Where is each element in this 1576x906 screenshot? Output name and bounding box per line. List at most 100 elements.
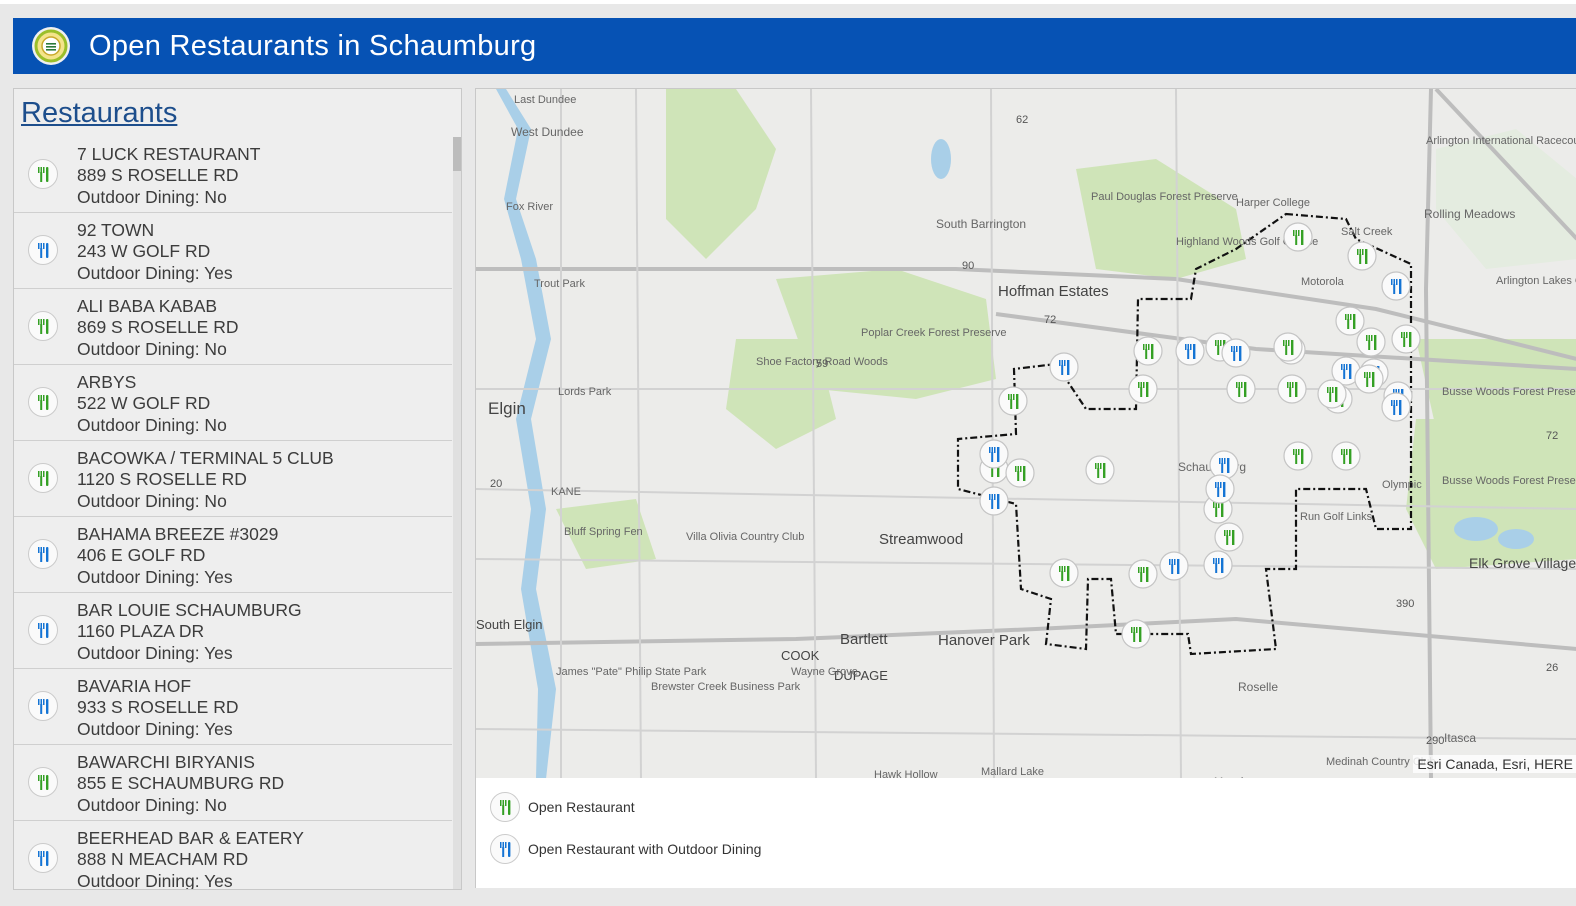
restaurant-marker[interactable] bbox=[1128, 559, 1158, 589]
map-place-label: Streamwood bbox=[879, 531, 963, 548]
restaurant-marker[interactable] bbox=[1049, 558, 1079, 588]
highway-label: 72 bbox=[1546, 430, 1558, 442]
restaurant-marker[interactable] bbox=[998, 386, 1028, 416]
list-item[interactable]: 92 TOWN 243 W GOLF RD Outdoor Dining: Yes bbox=[14, 213, 452, 289]
restaurant-marker[interactable] bbox=[1203, 550, 1233, 580]
restaurant-name: BEERHEAD BAR & EATERY bbox=[77, 828, 304, 848]
highway-label: 390 bbox=[1396, 598, 1414, 610]
highway-label: 62 bbox=[1016, 114, 1028, 126]
restaurant-address: 522 W GOLF RD bbox=[77, 393, 211, 414]
map-place-label: Harper College bbox=[1236, 197, 1310, 209]
restaurant-marker[interactable] bbox=[1209, 450, 1239, 480]
map-place-label: South Barrington bbox=[936, 217, 1026, 231]
list-item[interactable]: ALI BABA KABAB 869 S ROSELLE RD Outdoor Di… bbox=[14, 289, 452, 365]
fork-knife-icon bbox=[28, 463, 58, 493]
restaurant-marker[interactable] bbox=[1381, 392, 1411, 422]
restaurant-name: BAWARCHI BIRYANIS bbox=[77, 752, 255, 772]
restaurant-marker[interactable] bbox=[979, 439, 1009, 469]
map-legend: Open Restaurant Open Restaurant with Out… bbox=[475, 778, 1576, 888]
list-scrollbar[interactable] bbox=[453, 137, 461, 889]
map-place-label: KANE bbox=[551, 486, 581, 498]
map-place-label: Bluff Spring Fen bbox=[564, 526, 643, 538]
legend-label: Open Restaurant bbox=[528, 799, 635, 815]
restaurant-marker[interactable] bbox=[1283, 222, 1313, 252]
list-item[interactable]: BAWARCHI BIRYANIS 855 E SCHAUMBURG RD Outd… bbox=[14, 745, 452, 821]
restaurant-marker[interactable] bbox=[1133, 336, 1163, 366]
list-item[interactable]: 7 LUCK RESTAURANT 889 S ROSELLE RD Outdoor… bbox=[14, 137, 452, 213]
map-place-label: Salt Creek bbox=[1341, 226, 1393, 238]
restaurant-address: 243 W GOLF RD bbox=[77, 241, 211, 262]
restaurant-marker[interactable] bbox=[1273, 332, 1303, 362]
map-place-label: Bartlett bbox=[840, 631, 888, 648]
restaurant-marker[interactable] bbox=[979, 486, 1009, 516]
restaurant-outdoor: Outdoor Dining: No bbox=[77, 414, 227, 435]
map-place-label: Motorola bbox=[1301, 276, 1345, 288]
restaurant-marker[interactable] bbox=[1128, 374, 1158, 404]
map-place-label: Poplar Creek Forest Preserve bbox=[861, 327, 1007, 339]
map-place-label: Busse Woods Forest Preserve bbox=[1442, 386, 1576, 398]
restaurant-panel: Restaurants 7 LUCK RESTAURANT 889 S ROSEL… bbox=[13, 88, 462, 890]
restaurant-address: 855 E SCHAUMBURG RD bbox=[77, 773, 285, 794]
fork-knife-icon bbox=[28, 159, 58, 189]
restaurant-address: 889 S ROSELLE RD bbox=[77, 165, 239, 186]
list-item[interactable]: BAR LOUIE SCHAUMBURG 1160 PLAZA DR Outdoor… bbox=[14, 593, 452, 669]
fork-knife-icon bbox=[28, 843, 58, 873]
restaurant-outdoor: Outdoor Dining: Yes bbox=[77, 718, 233, 739]
restaurant-marker[interactable] bbox=[1391, 324, 1421, 354]
basemap[interactable]: Last Dundee West Dundee Elgin Lords Park Tro… bbox=[476, 89, 1576, 779]
map-place-label: Trout Park bbox=[534, 278, 585, 290]
restaurant-marker[interactable] bbox=[1214, 522, 1244, 552]
fork-knife-icon bbox=[28, 387, 58, 417]
map-place-label: Last Dundee bbox=[514, 94, 576, 106]
restaurant-name: ALI BABA KABAB bbox=[77, 296, 218, 316]
restaurant-outdoor: Outdoor Dining: Yes bbox=[77, 566, 233, 587]
restaurant-marker[interactable] bbox=[1381, 271, 1411, 301]
restaurant-list[interactable]: 7 LUCK RESTAURANT 889 S ROSELLE RD Outdoor… bbox=[14, 137, 452, 889]
map-place-label: South Elgin bbox=[476, 617, 543, 632]
highway-label: 290 bbox=[1426, 735, 1444, 747]
map-place-label: Itasca bbox=[1444, 731, 1476, 745]
map-place-label: COOK bbox=[781, 648, 820, 663]
list-item[interactable]: ARBYS 522 W GOLF RD Outdoor Dining: No bbox=[14, 365, 452, 441]
restaurant-marker[interactable] bbox=[1356, 327, 1386, 357]
restaurant-marker[interactable] bbox=[1221, 338, 1251, 368]
restaurant-marker[interactable] bbox=[1049, 352, 1079, 382]
restaurant-outdoor: Outdoor Dining: No bbox=[77, 490, 227, 511]
restaurant-outdoor: Outdoor Dining: No bbox=[77, 794, 227, 815]
restaurant-marker[interactable] bbox=[1283, 441, 1313, 471]
restaurant-marker[interactable] bbox=[1335, 306, 1365, 336]
list-item[interactable]: BAHAMA BREEZE #3029 406 E GOLF RD Outdoor … bbox=[14, 517, 452, 593]
highway-label: 26 bbox=[1546, 662, 1558, 674]
restaurant-marker[interactable] bbox=[1005, 458, 1035, 488]
restaurant-name: BAVARIA HOF bbox=[77, 676, 192, 696]
restaurant-marker[interactable] bbox=[1085, 455, 1115, 485]
restaurant-marker[interactable] bbox=[1205, 474, 1235, 504]
list-item[interactable]: BEERHEAD BAR & EATERY 888 N MEACHAM RD Out… bbox=[14, 821, 452, 889]
restaurant-marker[interactable] bbox=[1347, 241, 1377, 271]
map-attribution[interactable]: Esri Canada, Esri, HERE bbox=[1413, 755, 1576, 773]
restaurant-marker[interactable] bbox=[1317, 379, 1347, 409]
restaurant-address: 406 E GOLF RD bbox=[77, 545, 206, 566]
map-place-label: West Dundee bbox=[511, 125, 584, 139]
map-place-label: Lords Park bbox=[558, 386, 612, 398]
restaurant-marker[interactable] bbox=[1226, 374, 1256, 404]
restaurant-marker[interactable] bbox=[1121, 619, 1151, 649]
restaurant-outdoor: Outdoor Dining: Yes bbox=[77, 262, 233, 283]
scrollbar-thumb[interactable] bbox=[453, 137, 461, 171]
highway-label: 72 bbox=[1044, 314, 1056, 326]
map-place-label: Run Golf Links bbox=[1300, 511, 1373, 523]
restaurant-marker[interactable] bbox=[1277, 374, 1307, 404]
fork-knife-icon bbox=[28, 615, 58, 645]
restaurant-marker[interactable] bbox=[1331, 441, 1361, 471]
map-place-label: Arlington International Racecourse bbox=[1426, 135, 1576, 147]
list-item[interactable]: BAVARIA HOF 933 S ROSELLE RD Outdoor Dinin… bbox=[14, 669, 452, 745]
restaurant-marker[interactable] bbox=[1175, 336, 1205, 366]
map-place-label: Wayne Grove bbox=[791, 666, 858, 678]
restaurant-marker[interactable] bbox=[1159, 551, 1189, 581]
fork-knife-icon bbox=[28, 311, 58, 341]
list-item[interactable]: BACOWKA / TERMINAL 5 CLUB 1120 S ROSELLE … bbox=[14, 441, 452, 517]
map-view[interactable]: Last Dundee West Dundee Elgin Lords Park Tro… bbox=[475, 88, 1576, 779]
restaurant-name: 7 LUCK RESTAURANT bbox=[77, 144, 261, 164]
restaurant-marker[interactable] bbox=[1354, 364, 1384, 394]
panel-title[interactable]: Restaurants bbox=[21, 97, 177, 130]
